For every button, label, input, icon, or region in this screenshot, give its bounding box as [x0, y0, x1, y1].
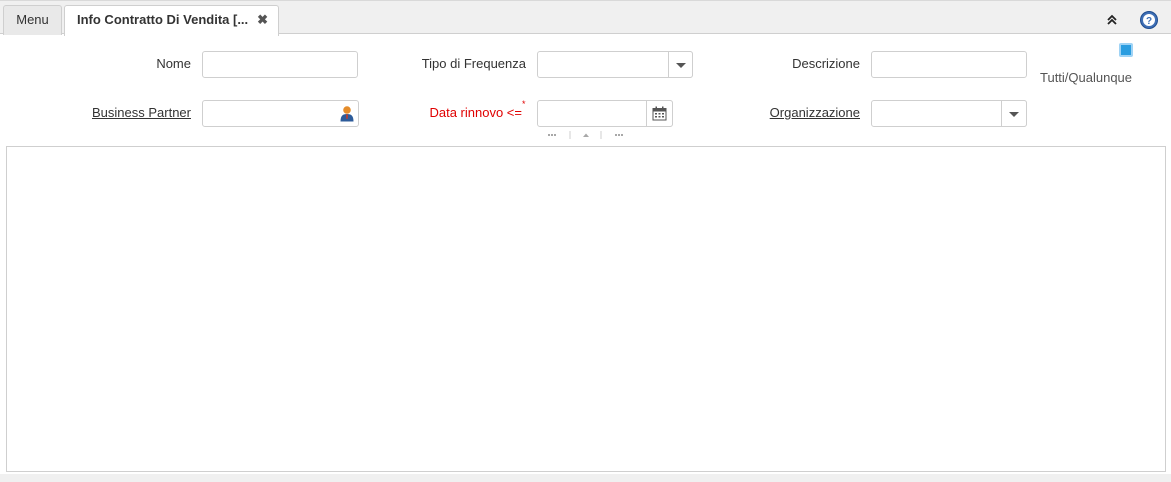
results-grid[interactable] — [6, 146, 1166, 472]
splitter-handle[interactable] — [545, 130, 625, 140]
calendar-icon — [652, 106, 667, 121]
tab-info-contratto-label: Info Contratto Di Vendita [... — [77, 12, 249, 27]
organizzazione-select[interactable] — [871, 100, 1027, 127]
tipo-frequenza-label: Tipo di Frequenza — [421, 56, 526, 71]
svg-text:?: ? — [1146, 16, 1152, 27]
required-mark: * — [522, 99, 526, 109]
nome-label: Nome — [156, 56, 191, 71]
business-partner-field[interactable] — [202, 100, 359, 127]
business-partner-label[interactable]: Business Partner — [60, 105, 191, 120]
tab-bar: Menu Info Contratto Di Vendita [... ✖ ? — [0, 0, 1171, 36]
tutti-qualunque-label: Tutti/Qualunque — [1040, 70, 1133, 85]
tab-info-contratto[interactable]: Info Contratto Di Vendita [... ✖ — [64, 5, 279, 36]
double-chevron-up-icon[interactable] — [1102, 10, 1122, 30]
tab-menu[interactable]: Menu — [3, 5, 62, 35]
organizzazione-label[interactable]: Organizzazione — [740, 105, 860, 120]
status-bar — [0, 474, 1171, 482]
organizzazione-dropdown-button[interactable] — [1001, 100, 1027, 127]
nome-input[interactable] — [202, 51, 358, 78]
tutti-qualunque-checkbox[interactable] — [1119, 43, 1133, 57]
descrizione-input[interactable] — [871, 51, 1027, 78]
descrizione-label: Descrizione — [792, 56, 860, 71]
tipo-frequenza-select[interactable] — [537, 51, 693, 78]
calendar-button[interactable] — [646, 100, 673, 127]
data-rinnovo-field[interactable] — [537, 100, 673, 127]
close-icon[interactable]: ✖ — [257, 6, 268, 34]
chevron-down-icon — [675, 62, 686, 68]
tipo-frequenza-dropdown-button[interactable] — [668, 51, 693, 78]
data-rinnovo-label: Data rinnovo <= — [429, 105, 522, 120]
person-icon[interactable] — [339, 105, 355, 122]
collapse-arrow-icon — [583, 133, 589, 137]
help-icon[interactable]: ? — [1139, 10, 1159, 30]
chevron-down-icon — [1009, 111, 1019, 117]
